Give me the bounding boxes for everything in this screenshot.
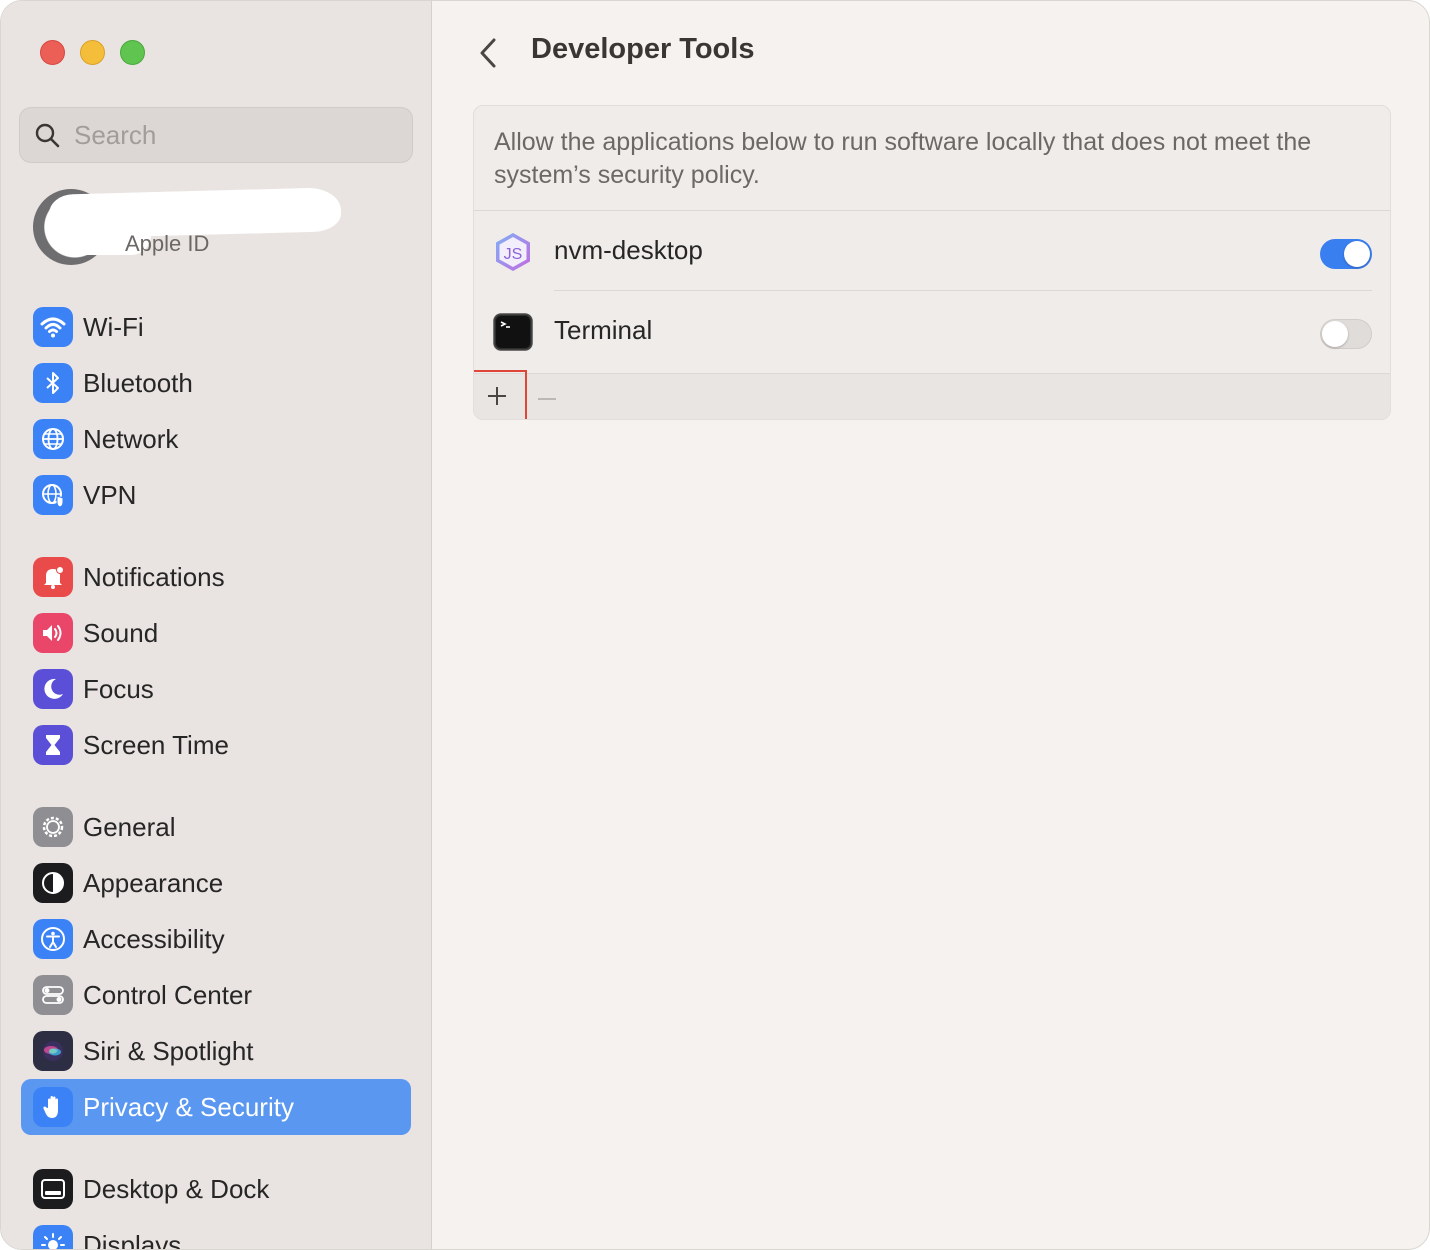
bell-icon	[33, 557, 73, 597]
search-field[interactable]	[19, 107, 413, 163]
siri-icon	[33, 1031, 73, 1071]
js-hexagon-icon: JS	[496, 233, 530, 271]
sidebar-item-displays[interactable]: Displays	[21, 1217, 411, 1250]
plus-icon	[487, 387, 506, 405]
apple-id-account[interactable]: Apple ID	[31, 187, 421, 267]
wifi-icon	[33, 307, 73, 347]
settings-window: Apple ID Wi-Fi Bluetooth Network	[0, 0, 1430, 1250]
dock-icon	[33, 1169, 73, 1209]
sun-icon	[33, 1225, 73, 1249]
globe-icon	[33, 419, 73, 459]
sidebar-item-network[interactable]: Network	[21, 411, 411, 467]
sidebar-item-privacy-security[interactable]: Privacy & Security	[21, 1079, 411, 1135]
speaker-icon	[33, 613, 73, 653]
main-content: Developer Tools Allow the applications b…	[433, 1, 1429, 1249]
gear-icon	[33, 807, 73, 847]
app-name: nvm-desktop	[554, 235, 703, 265]
remove-app-button[interactable]	[534, 386, 560, 412]
bluetooth-icon	[33, 363, 73, 403]
window-controls	[40, 40, 145, 65]
back-button[interactable]	[471, 33, 505, 73]
sidebar-group-network: Wi-Fi Bluetooth Network VPN	[21, 299, 411, 523]
sidebar-item-siri-spotlight[interactable]: Siri & Spotlight	[21, 1023, 411, 1079]
maximize-button[interactable]	[120, 40, 145, 65]
close-button[interactable]	[40, 40, 65, 65]
app-row-nvm-desktop: JS nvm-desktop	[474, 211, 1390, 291]
terminal-toggle[interactable]	[1320, 319, 1372, 349]
add-app-button[interactable]	[474, 370, 527, 419]
sidebar-item-notifications[interactable]: Notifications	[21, 549, 411, 605]
sidebar-item-label: Notifications	[83, 561, 225, 592]
page-title: Developer Tools	[531, 33, 755, 65]
vpn-globe-icon	[33, 475, 73, 515]
developer-tools-panel: Allow the applications below to run soft…	[473, 105, 1391, 420]
sidebar-item-accessibility[interactable]: Accessibility	[21, 911, 411, 967]
app-name: Terminal	[554, 315, 653, 345]
sidebar-item-label: Control Center	[83, 979, 253, 1010]
apple-id-label: Apple ID	[125, 231, 210, 256]
accessibility-icon	[33, 919, 73, 959]
hourglass-icon	[33, 725, 73, 765]
sidebar-item-label: Bluetooth	[83, 367, 193, 398]
sidebar-item-label: Accessibility	[83, 923, 225, 954]
sidebar-item-label: Appearance	[83, 867, 224, 898]
search-input[interactable]	[74, 119, 374, 151]
sidebar-item-label: Desktop & Dock	[83, 1173, 270, 1204]
sidebar: Apple ID Wi-Fi Bluetooth Network	[1, 1, 432, 1250]
sidebar-item-label: Displays	[83, 1229, 182, 1250]
search-icon	[35, 123, 60, 148]
sidebar-group-notifications: Notifications Sound Focus Screen Time	[21, 549, 411, 773]
sidebar-item-bluetooth[interactable]: Bluetooth	[21, 355, 411, 411]
list-footer	[474, 370, 1390, 419]
toggle-knob	[1322, 321, 1348, 347]
sidebar-item-focus[interactable]: Focus	[21, 661, 411, 717]
toggle-knob	[1344, 241, 1370, 267]
nvm-desktop-toggle[interactable]	[1320, 239, 1372, 269]
hand-icon	[33, 1087, 73, 1127]
panel-description: Allow the applications below to run soft…	[494, 128, 1312, 189]
minus-icon	[538, 398, 556, 400]
sidebar-item-label: Sound	[83, 617, 159, 648]
sidebar-group-system: General Appearance Accessibility Control…	[21, 799, 411, 1135]
terminal-icon	[493, 313, 533, 351]
switches-icon	[33, 975, 73, 1015]
sidebar-item-wifi[interactable]: Wi-Fi	[21, 299, 411, 355]
sidebar-item-screen-time[interactable]: Screen Time	[21, 717, 411, 773]
sidebar-item-label: VPN	[83, 479, 137, 510]
appearance-icon	[33, 863, 73, 903]
moon-icon	[33, 669, 73, 709]
app-row-terminal: Terminal	[474, 291, 1390, 371]
sidebar-item-control-center[interactable]: Control Center	[21, 967, 411, 1023]
sidebar-item-desktop-dock[interactable]: Desktop & Dock	[21, 1161, 411, 1217]
sidebar-group-display: Desktop & Dock Displays	[21, 1161, 411, 1250]
sidebar-item-sound[interactable]: Sound	[21, 605, 411, 661]
sidebar-item-label: General	[83, 811, 176, 842]
svg-text:JS: JS	[504, 246, 523, 263]
sidebar-item-label: Siri & Spotlight	[83, 1035, 254, 1066]
sidebar-item-label: Focus	[83, 673, 154, 704]
chevron-left-icon	[480, 38, 496, 68]
sidebar-item-label: Network	[83, 423, 179, 454]
sidebar-item-label: Screen Time	[83, 729, 229, 760]
minimize-button[interactable]	[80, 40, 105, 65]
sidebar-item-general[interactable]: General	[21, 799, 411, 855]
sidebar-item-label: Wi-Fi	[83, 311, 144, 342]
sidebar-item-vpn[interactable]: VPN	[21, 467, 411, 523]
sidebar-item-label: Privacy & Security	[83, 1091, 294, 1122]
sidebar-item-appearance[interactable]: Appearance	[21, 855, 411, 911]
